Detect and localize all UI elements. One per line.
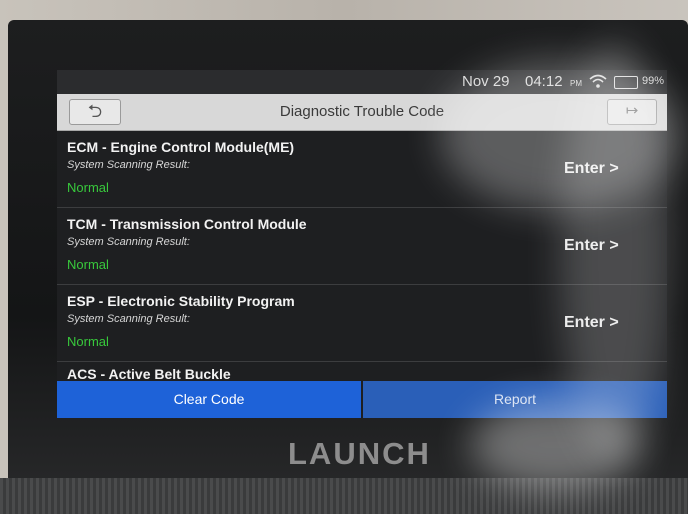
module-name: TCM - Transmission Control Module — [67, 216, 307, 232]
result-label: System Scanning Result: — [67, 236, 190, 248]
module-name: ACS - Active Belt Buckle — [67, 366, 231, 382]
result-status: Normal — [67, 334, 109, 349]
action-bar: Clear Code Report — [57, 381, 667, 418]
exit-button[interactable]: ↦ — [607, 99, 657, 125]
clear-code-button[interactable]: Clear Code — [57, 381, 361, 418]
result-label: System Scanning Result: — [67, 159, 190, 171]
module-name: ECM - Engine Control Module(ME) — [67, 139, 295, 155]
list-item[interactable]: ESP - Electronic Stability Program Syste… — [57, 285, 667, 362]
result-status: Normal — [67, 180, 109, 195]
module-list: ECM - Engine Control Module(ME) System S… — [57, 131, 667, 384]
device-grip-strip — [0, 478, 688, 514]
enter-button[interactable]: Enter > — [564, 314, 619, 332]
battery-percent: 99% — [642, 75, 665, 87]
title-bar: ⮌ Diagnostic Trouble Code ↦ — [57, 94, 667, 131]
device-screen: Nov 29 04:12 PM 99% ⮌ Diagnostic Trouble… — [57, 70, 667, 418]
list-item[interactable]: ECM - Engine Control Module(ME) System S… — [57, 131, 667, 208]
battery-icon — [614, 76, 638, 89]
brand-logo: LAUNCH — [288, 436, 431, 471]
report-button[interactable]: Report — [363, 381, 667, 418]
status-bar: Nov 29 04:12 PM 99% — [57, 70, 667, 94]
module-name: ESP - Electronic Stability Program — [67, 293, 295, 309]
wifi-icon — [589, 73, 607, 93]
result-status: Normal — [67, 257, 109, 272]
page-title: Diagnostic Trouble Code — [279, 103, 445, 120]
exit-icon: ↦ — [625, 102, 639, 119]
enter-button[interactable]: Enter > — [564, 237, 619, 255]
status-time: 04:12 — [525, 73, 563, 90]
status-ampm: PM — [570, 79, 582, 88]
result-label: System Scanning Result: — [67, 313, 190, 325]
enter-button[interactable]: Enter > — [564, 160, 619, 178]
list-item[interactable]: TCM - Transmission Control Module System… — [57, 208, 667, 285]
status-date: Nov 29 — [462, 73, 510, 90]
